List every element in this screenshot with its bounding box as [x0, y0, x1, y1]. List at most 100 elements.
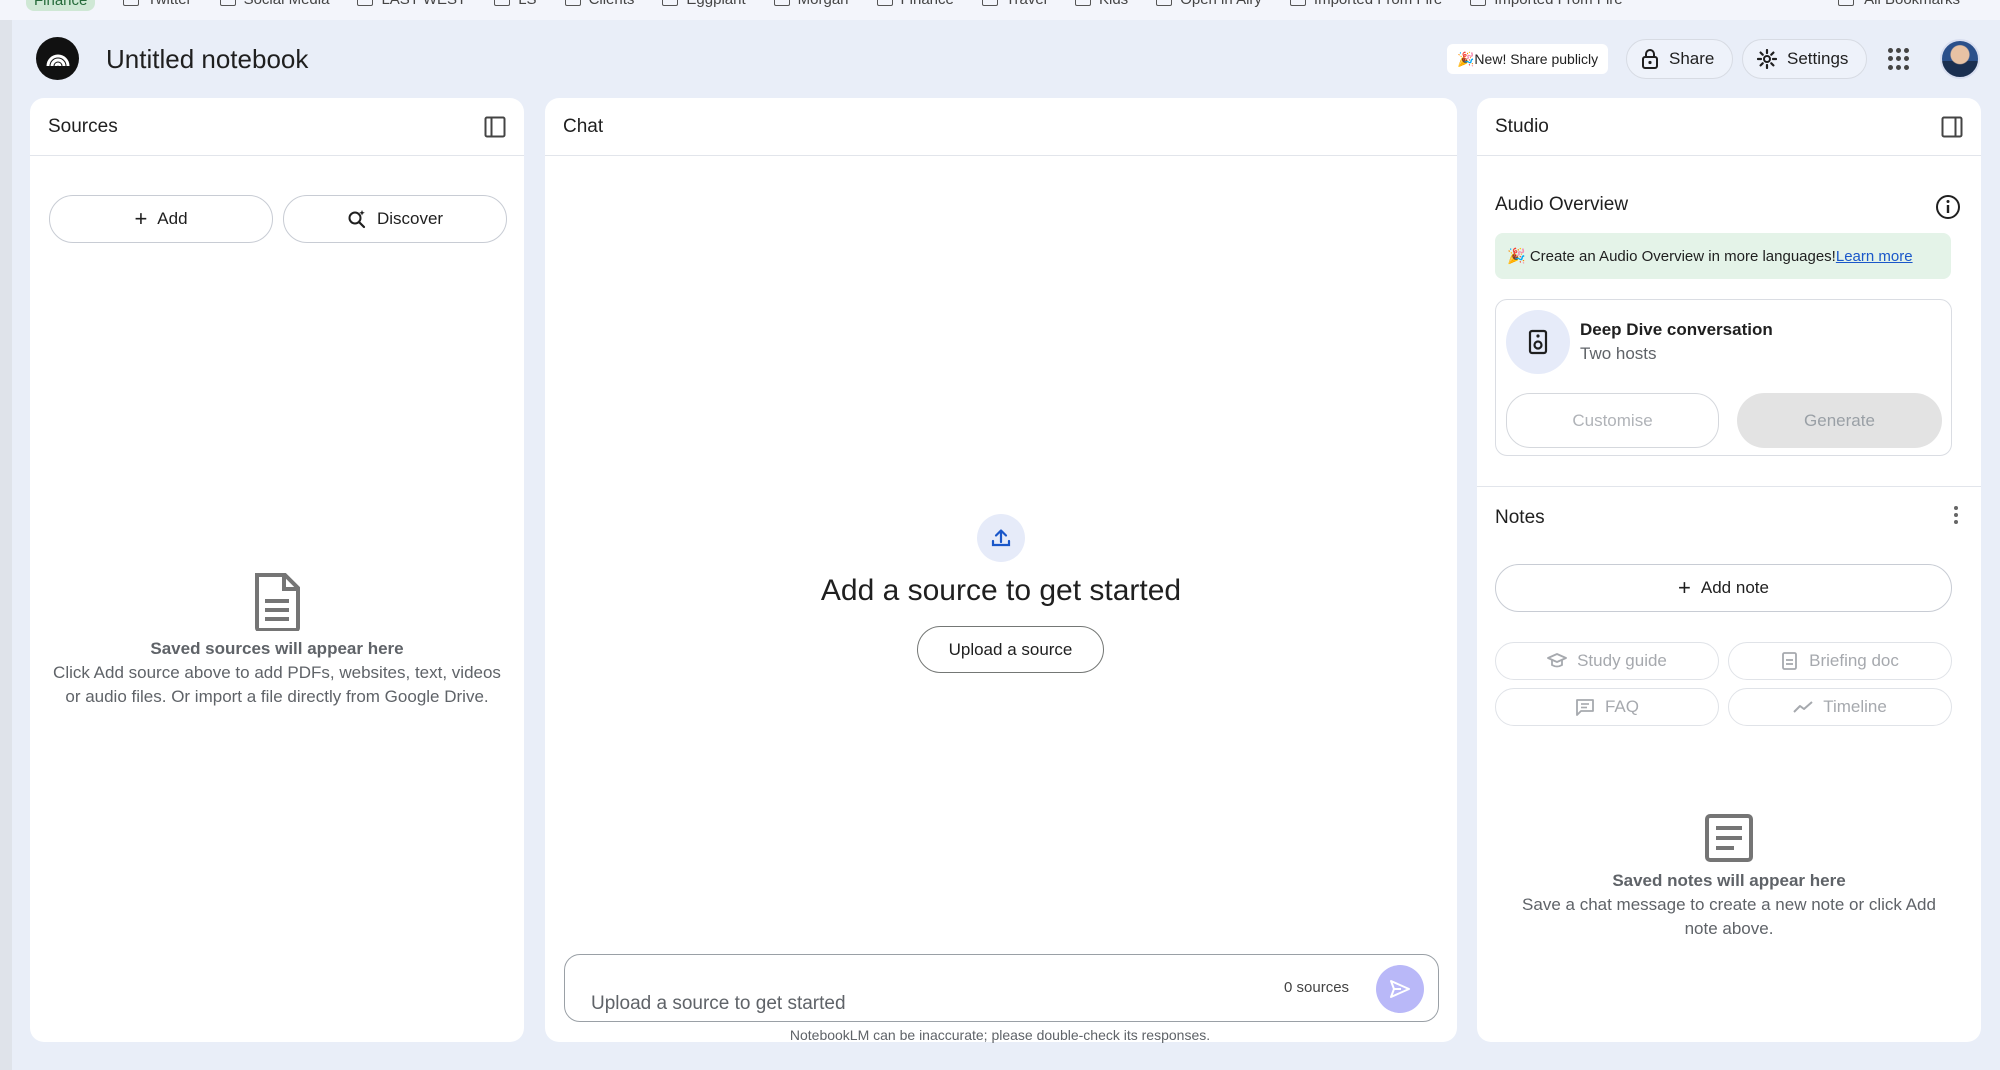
settings-button[interactable]: Settings: [1742, 39, 1868, 79]
apps-grid-icon[interactable]: [1888, 48, 1910, 70]
sources-header: Sources: [30, 98, 524, 156]
discover-button[interactable]: Discover: [283, 195, 507, 243]
audio-overview-title: Audio Overview: [1495, 194, 1629, 215]
trending-line-icon: [1793, 701, 1813, 713]
notes-empty-title: Saved notes will appear here: [1612, 871, 1846, 890]
studio-title: Studio: [1495, 115, 1549, 137]
notebook-title[interactable]: Untitled notebook: [106, 44, 308, 75]
settings-label: Settings: [1787, 49, 1849, 68]
share-label: Share: [1669, 49, 1715, 68]
notes-empty-body: Save a chat message to create a new note…: [1522, 895, 1936, 938]
chat-input-placeholder: Upload a source to get started: [591, 993, 846, 1014]
folder-icon: [1156, 0, 1173, 6]
divider: [1477, 486, 1981, 487]
sources-panel: Sources + Add Discover Saved sources wil…: [30, 98, 524, 1042]
folder-icon: [1470, 0, 1487, 6]
info-icon[interactable]: [1935, 194, 1961, 220]
send-icon: [1390, 980, 1410, 998]
bookmark-item[interactable]: Imported From Fire: [1289, 0, 1442, 8]
folder-icon: [876, 0, 893, 6]
bookmark-item[interactable]: Morgan: [773, 0, 849, 8]
folder-icon: [219, 0, 236, 6]
notebooklm-logo-icon[interactable]: [36, 37, 79, 80]
generate-button[interactable]: Generate: [1737, 393, 1942, 448]
bookmark-item[interactable]: LS: [494, 0, 537, 8]
bookmark-item[interactable]: Twitter: [123, 0, 192, 8]
bookmark-item[interactable]: Finance: [876, 0, 954, 8]
folder-icon: [773, 0, 790, 6]
chat-input[interactable]: Upload a source to get started 0 sources: [564, 954, 1439, 1022]
bookmark-item[interactable]: LAST WEST: [357, 0, 466, 8]
collapse-panel-icon[interactable]: [484, 116, 506, 138]
speaker-icon: [1506, 310, 1570, 374]
disclaimer-text: NotebookLM can be inaccurate; please dou…: [789, 1027, 1211, 1043]
folder-icon: [981, 0, 998, 6]
graduation-cap-icon: [1547, 653, 1567, 668]
study-guide-button[interactable]: Study guide: [1495, 642, 1719, 680]
plus-icon: +: [134, 206, 148, 231]
banner-text: 🎉 Create an Audio Overview in more langu…: [1507, 248, 1836, 265]
sources-title: Sources: [48, 115, 118, 137]
bookmarks-bar: Finance Twitter Social Media LAST WEST L…: [0, 0, 2000, 20]
folder-icon: [1075, 0, 1091, 6]
share-button[interactable]: Share: [1626, 39, 1734, 79]
collapse-panel-icon[interactable]: [1941, 116, 1963, 138]
learn-more-link[interactable]: Learn more: [1836, 248, 1913, 265]
new-share-publicly-badge[interactable]: 🎉New! Share publicly: [1447, 44, 1609, 74]
studio-panel: Studio Audio Overview 🎉 Create an Audio …: [1477, 98, 1981, 1042]
bookmark-item[interactable]: Imported From Fire: [1470, 0, 1623, 8]
document-icon: [255, 573, 300, 631]
briefing-doc-button[interactable]: Briefing doc: [1728, 642, 1952, 680]
bookmark-item[interactable]: Open in Airy: [1156, 0, 1262, 8]
upload-source-button[interactable]: Upload a source: [917, 626, 1104, 673]
bookmark-item[interactable]: Eggplant: [662, 0, 746, 8]
add-label: Add: [157, 209, 188, 228]
add-source-button[interactable]: + Add: [49, 195, 273, 243]
folder-icon: [1838, 0, 1855, 6]
upload-icon: [977, 514, 1025, 562]
chat-header: Chat: [545, 98, 1457, 156]
notebooklm-app: Untitled notebook 🎉New! Share publicly S…: [12, 20, 2000, 1070]
send-button[interactable]: [1376, 965, 1424, 1013]
sources-empty-body: Click Add source above to add PDFs, webs…: [53, 663, 501, 706]
add-note-label: Add note: [1700, 578, 1769, 597]
more-options-icon[interactable]: [1954, 506, 1958, 524]
folder-icon: [1289, 0, 1306, 6]
briefing-doc-icon: [1782, 652, 1798, 670]
note-icon: [1705, 814, 1753, 862]
studio-header: Studio: [1477, 98, 1981, 156]
top-bar: Untitled notebook 🎉New! Share publicly S…: [12, 20, 2000, 98]
chat-empty-headline: Add a source to get started: [820, 574, 1182, 607]
plus-icon: +: [1678, 575, 1691, 600]
bookmark-item[interactable]: Travel: [981, 0, 1047, 8]
window-edge: [0, 20, 12, 1070]
bookmark-item[interactable]: Clients: [564, 0, 634, 8]
bookmark-item[interactable]: Social Media: [219, 0, 329, 8]
folder-icon: [662, 0, 679, 6]
chat-title: Chat: [563, 115, 604, 137]
all-bookmarks[interactable]: All Bookmarks: [1838, 0, 1960, 8]
discover-search-icon: [348, 210, 366, 229]
deep-dive-card: Deep Dive conversation Two hosts Customi…: [1495, 299, 1952, 456]
add-note-button[interactable]: + Add note: [1495, 564, 1952, 612]
chat-panel: Chat Add a source to get started Upload …: [545, 98, 1457, 1042]
notes-title: Notes: [1495, 507, 1545, 528]
customise-button[interactable]: Customise: [1506, 393, 1719, 448]
deep-dive-subtitle: Two hosts: [1580, 344, 1657, 363]
avatar[interactable]: [1940, 39, 1980, 79]
bookmark-item[interactable]: Kids: [1075, 0, 1128, 8]
bookmark-item[interactable]: Finance: [26, 0, 96, 11]
folder-icon: [123, 0, 140, 6]
audio-languages-banner: 🎉 Create an Audio Overview in more langu…: [1495, 233, 1951, 279]
lock-icon: [1642, 49, 1658, 69]
folder-icon: [357, 0, 374, 6]
notes-empty-state: Saved notes will appear here Save a chat…: [1477, 813, 1981, 941]
sources-empty-title: Saved sources will appear here: [150, 639, 404, 658]
discover-label: Discover: [376, 209, 444, 228]
faq-button[interactable]: FAQ: [1495, 688, 1719, 726]
folder-icon: [564, 0, 581, 6]
deep-dive-title: Deep Dive conversation: [1580, 320, 1773, 339]
chat-bubble-icon: [1576, 699, 1594, 716]
timeline-button[interactable]: Timeline: [1728, 688, 1952, 726]
source-count: 0 sources: [1284, 979, 1350, 996]
